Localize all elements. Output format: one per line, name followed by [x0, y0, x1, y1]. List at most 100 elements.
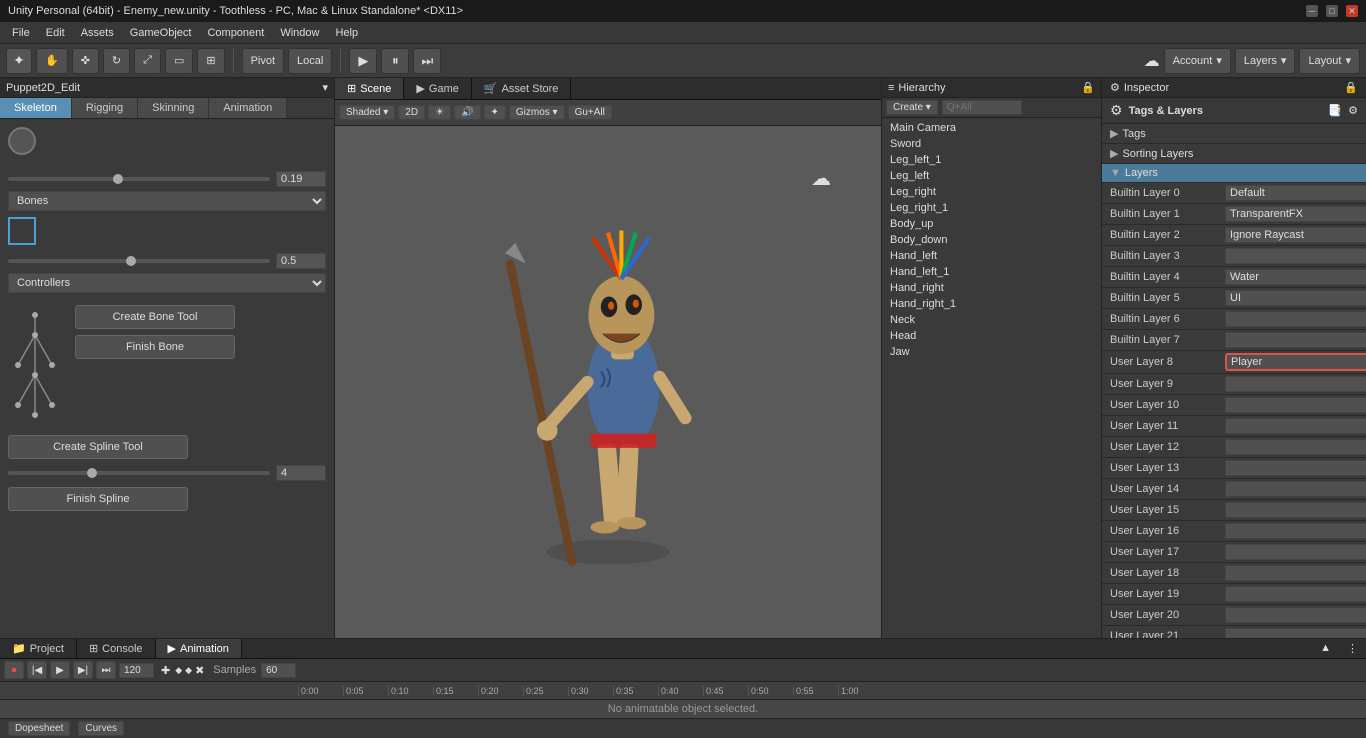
user-layer-21-input[interactable]	[1225, 628, 1366, 638]
inspector-lock[interactable]: 🔒	[1344, 81, 1358, 94]
gizmos-button[interactable]: Gizmos ▾	[509, 105, 565, 120]
scene-view[interactable]: ☁	[335, 126, 881, 638]
tab-asset-store[interactable]: 🛒 Asset Store	[472, 78, 572, 99]
layers-section-header[interactable]: ▼ Layers	[1102, 164, 1366, 183]
builtin-layer-0-input[interactable]	[1225, 185, 1366, 201]
effects-toggle[interactable]: ✦	[484, 105, 506, 120]
controllers-slider-track[interactable]	[8, 259, 270, 263]
hierarchy-item-neck[interactable]: Neck	[882, 312, 1101, 328]
builtin-layer-4-input[interactable]	[1225, 269, 1366, 285]
hierarchy-item-hand-left[interactable]: Hand_left	[882, 248, 1101, 264]
menu-file[interactable]: File	[4, 25, 38, 41]
timeline-area[interactable]: 0:00 0:05 0:10 0:15 0:20 0:25 0:30 0:35 …	[0, 682, 1366, 718]
bones-dropdown[interactable]: Bones	[8, 191, 326, 211]
anim-play-button[interactable]: ▶	[50, 661, 70, 679]
step-button[interactable]: ⏭	[413, 48, 441, 74]
anim-key-dot[interactable]: ◆	[185, 665, 192, 676]
user-layer-12-input[interactable]	[1225, 439, 1366, 455]
account-dropdown[interactable]: Account ▾	[1164, 48, 1231, 74]
layout-dropdown[interactable]: Layout ▾	[1299, 48, 1360, 74]
user-layer-8-input[interactable]	[1225, 353, 1366, 371]
tab-skinning[interactable]: Skinning	[138, 98, 209, 118]
create-bone-tool-button[interactable]: Create Bone Tool	[75, 305, 235, 329]
tab-animation[interactable]: Animation	[209, 98, 287, 118]
puppet2d-collapse[interactable]: ▾	[322, 81, 328, 94]
tab-console[interactable]: ⊞ Console	[77, 639, 156, 658]
gui-layer-button[interactable]: Gu+All	[568, 105, 612, 120]
hierarchy-item-body-down[interactable]: Body_down	[882, 232, 1101, 248]
tool-scale[interactable]: ⤢	[134, 48, 161, 74]
pivot-button[interactable]: Pivot	[242, 48, 284, 74]
user-layer-9-input[interactable]	[1225, 376, 1366, 392]
tab-scene[interactable]: ⊞ Scene	[335, 78, 404, 99]
user-layer-18-input[interactable]	[1225, 565, 1366, 581]
hierarchy-item-hand-left-1[interactable]: Hand_left_1	[882, 264, 1101, 280]
builtin-layer-1-input[interactable]	[1225, 206, 1366, 222]
menu-gameobject[interactable]: GameObject	[122, 25, 200, 41]
builtin-layer-3-input[interactable]	[1225, 248, 1366, 264]
user-layer-16-input[interactable]	[1225, 523, 1366, 539]
tool-transform[interactable]: ⊞	[197, 48, 224, 74]
menu-assets[interactable]: Assets	[73, 25, 122, 41]
finish-spline-button[interactable]: Finish Spline	[8, 487, 188, 511]
tool-move[interactable]: ✜	[72, 48, 99, 74]
tags-layers-bookmark[interactable]: 📑	[1328, 104, 1342, 117]
hierarchy-item-leg-left[interactable]: Leg_left	[882, 168, 1101, 184]
close-button[interactable]: ✕	[1346, 5, 1358, 17]
hierarchy-item-jaw[interactable]: Jaw	[882, 344, 1101, 360]
user-layer-14-input[interactable]	[1225, 481, 1366, 497]
sound-toggle[interactable]: 🔊	[454, 105, 480, 120]
dopesheet-button[interactable]: Dopesheet	[8, 721, 70, 736]
builtin-layer-6-input[interactable]	[1225, 311, 1366, 327]
minimize-button[interactable]: ─	[1306, 5, 1318, 17]
spline-slider-value[interactable]	[276, 465, 326, 481]
user-layer-15-input[interactable]	[1225, 502, 1366, 518]
menu-window[interactable]: Window	[272, 25, 327, 41]
layers-dropdown[interactable]: Layers ▾	[1235, 48, 1296, 74]
menu-help[interactable]: Help	[327, 25, 366, 41]
user-layer-17-input[interactable]	[1225, 544, 1366, 560]
user-layer-20-input[interactable]	[1225, 607, 1366, 623]
menu-component[interactable]: Component	[199, 25, 272, 41]
hierarchy-search[interactable]	[942, 100, 1022, 115]
anim-prev-key-button[interactable]: |◀	[27, 661, 47, 679]
hierarchy-item-sword[interactable]: Sword	[882, 136, 1101, 152]
tab-skeleton[interactable]: Skeleton	[0, 98, 72, 118]
builtin-layer-7-input[interactable]	[1225, 332, 1366, 348]
anim-key-all[interactable]: ◆	[175, 665, 182, 676]
2d-button[interactable]: 2D	[398, 105, 425, 120]
anim-fps-input[interactable]	[119, 663, 154, 678]
bottom-panel-collapse[interactable]: ▲	[1312, 639, 1339, 658]
play-button[interactable]: ▶	[349, 48, 377, 74]
tab-game[interactable]: ▶ Game	[404, 78, 471, 99]
sorting-layers-section-header[interactable]: ▶ Sorting Layers	[1102, 144, 1366, 164]
menu-edit[interactable]: Edit	[38, 25, 73, 41]
hierarchy-create-button[interactable]: Create ▾	[886, 100, 938, 115]
finish-bone-button[interactable]: Finish Bone	[75, 335, 235, 359]
user-layer-13-input[interactable]	[1225, 460, 1366, 476]
anim-add-property[interactable]: ✚	[161, 664, 170, 677]
bottom-panel-options[interactable]: ⋮	[1339, 639, 1366, 658]
user-layer-10-input[interactable]	[1225, 397, 1366, 413]
hierarchy-item-leg-left-1[interactable]: Leg_left_1	[882, 152, 1101, 168]
hierarchy-item-leg-right-1[interactable]: Leg_right_1	[882, 200, 1101, 216]
user-layer-19-input[interactable]	[1225, 586, 1366, 602]
controllers-slider-value[interactable]	[276, 253, 326, 269]
spline-slider-thumb[interactable]	[87, 468, 97, 478]
hierarchy-item-head[interactable]: Head	[882, 328, 1101, 344]
bones-slider-track[interactable]	[8, 177, 270, 181]
tags-layers-options[interactable]: ⚙	[1348, 104, 1358, 117]
pause-button[interactable]: ⏸	[381, 48, 409, 74]
builtin-layer-2-input[interactable]	[1225, 227, 1366, 243]
samples-input[interactable]	[261, 663, 296, 678]
builtin-layer-5-input[interactable]	[1225, 290, 1366, 306]
hierarchy-item-hand-right[interactable]: Hand_right	[882, 280, 1101, 296]
spline-slider-track[interactable]	[8, 471, 270, 475]
anim-last-frame-button[interactable]: ⏭	[96, 661, 116, 679]
cloud-icon[interactable]: ☁	[1144, 51, 1160, 71]
tab-project[interactable]: 📁 Project	[0, 639, 77, 658]
tab-rigging[interactable]: Rigging	[72, 98, 138, 118]
anim-next-key-button[interactable]: ▶|	[73, 661, 93, 679]
local-button[interactable]: Local	[288, 48, 332, 74]
hierarchy-item-leg-right[interactable]: Leg_right	[882, 184, 1101, 200]
